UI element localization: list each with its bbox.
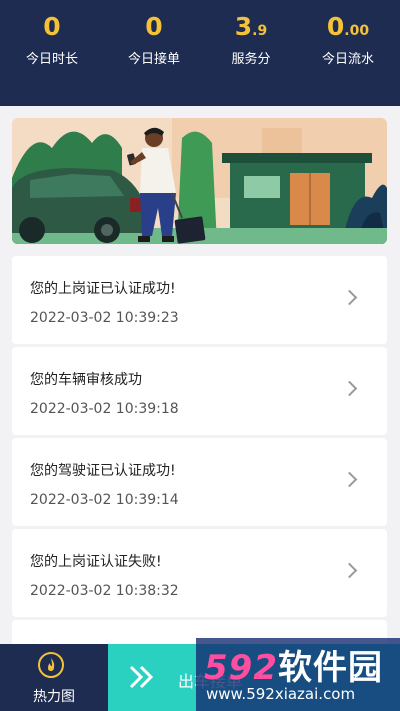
chevron-right-icon xyxy=(341,380,358,397)
chevron-right-icon xyxy=(341,289,358,306)
flame-icon xyxy=(38,652,64,678)
stats-header: 0 今日时长 0 今日接单 3.9 服务分 0.00 今日流水 xyxy=(0,0,400,106)
notification-time: 2022-03-02 10:39:14 xyxy=(30,492,179,508)
notification-time: 2022-03-02 10:39:18 xyxy=(30,401,179,417)
stat-label: 今日时长 xyxy=(25,52,78,67)
notification-item[interactable]: 您的驾驶证已认证成功! 2022-03-02 10:39:14 xyxy=(12,438,387,526)
stat-today-duration: 0 今日时长 xyxy=(2,10,102,67)
driver-illustration xyxy=(12,118,387,244)
stat-value: 0 xyxy=(145,12,163,41)
chevron-right-icon xyxy=(341,471,358,488)
watermark-brand: 软件园 xyxy=(277,648,383,688)
stat-fraction: .00 xyxy=(344,23,370,39)
promo-banner[interactable] xyxy=(12,118,387,244)
stat-service-score: 3.9 服务分 xyxy=(201,10,301,67)
stat-today-orders: 0 今日接单 xyxy=(104,10,204,67)
notification-title: 您的上岗证认证失败! xyxy=(30,554,162,570)
watermark-url: www.592xiazai.com xyxy=(206,685,356,703)
stat-fraction: .9 xyxy=(252,23,268,39)
site-watermark: 592软件园 www.592xiazai.com xyxy=(196,638,400,711)
stat-label: 服务分 xyxy=(231,52,271,67)
notification-title: 您的车辆审核成功 xyxy=(30,372,142,388)
watermark-digits: 592 xyxy=(204,648,278,688)
stat-value: 0 xyxy=(43,12,61,41)
stat-value: 3 xyxy=(234,12,253,41)
notification-title: 您的上岗证已认证成功! xyxy=(30,281,176,297)
heatmap-label: 热力图 xyxy=(33,689,75,705)
notification-item[interactable]: 您的上岗证认证失败! 2022-03-02 10:38:32 xyxy=(12,529,387,617)
notification-item[interactable]: 您的上岗证已认证成功! 2022-03-02 10:39:23 xyxy=(12,256,387,344)
app-screen: 0 今日时长 0 今日接单 3.9 服务分 0.00 今日流水 您的上岗证已认证… xyxy=(0,0,400,711)
stat-value: 0 xyxy=(326,12,345,41)
notification-time: 2022-03-02 10:38:32 xyxy=(30,583,179,599)
notification-item[interactable]: 您的车辆审核成功 2022-03-02 10:39:18 xyxy=(12,347,387,435)
double-chevron-right-icon xyxy=(129,665,154,689)
stat-today-revenue: 0.00 今日流水 xyxy=(298,10,398,67)
stat-label: 今日流水 xyxy=(321,52,374,67)
chevron-right-icon xyxy=(341,562,358,579)
stat-label: 今日接单 xyxy=(127,52,180,67)
heatmap-button[interactable]: 热力图 xyxy=(0,644,108,711)
notification-title: 您的驾驶证已认证成功! xyxy=(30,463,176,479)
notification-time: 2022-03-02 10:39:23 xyxy=(30,310,179,326)
